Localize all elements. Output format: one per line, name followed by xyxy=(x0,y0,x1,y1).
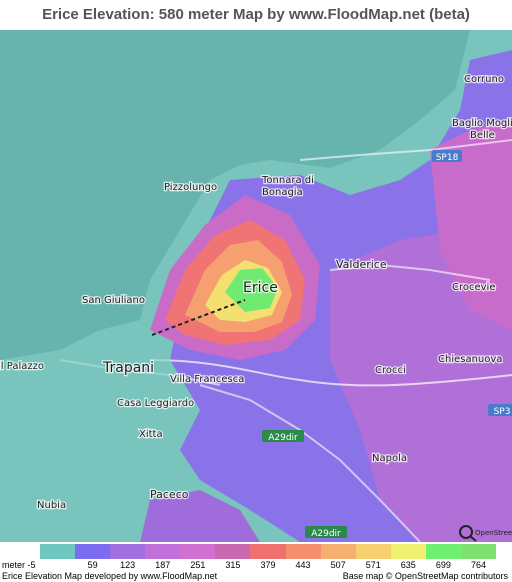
place-label-chiesanuova: Chiesanuova xyxy=(438,354,502,365)
place-label-belle: Belle xyxy=(470,130,495,141)
legend-tick-label: 59 xyxy=(87,560,98,570)
elevation-map[interactable]: Erice Valderice Trapani Paceco San Giuli… xyxy=(0,30,512,542)
legend-tick-label: 123 xyxy=(120,560,136,570)
elevation-legend: meter -5 59 123 187 251 315 379 443 507 571 635 69… xyxy=(0,542,512,570)
legend-swatch xyxy=(425,544,461,559)
legend-tick-label: 764 xyxy=(470,560,486,570)
place-label-tonnara-di: Tonnara di xyxy=(261,175,314,186)
legend-tick-label: 699 xyxy=(435,560,451,570)
legend-swatch xyxy=(180,544,216,559)
legend-swatch xyxy=(355,544,391,559)
place-label-xitta: Xitta xyxy=(139,429,163,440)
footer: Erice Elevation Map developed by www.Flo… xyxy=(0,571,512,582)
svg-text:OpenStreetMap: OpenStreetMap xyxy=(475,529,512,537)
legend-swatch xyxy=(40,544,76,559)
place-label-corruno: Corruno xyxy=(464,74,504,85)
legend-tick-label: 251 xyxy=(190,560,206,570)
legend-swatch xyxy=(250,544,286,559)
place-label-trapani: Trapani xyxy=(102,360,154,376)
svg-text:A29dir: A29dir xyxy=(311,529,341,539)
footer-credit: Erice Elevation Map developed by www.Flo… xyxy=(2,571,218,581)
svg-text:A29dir: A29dir xyxy=(268,433,298,443)
legend-swatch xyxy=(390,544,426,559)
svg-text:SP18: SP18 xyxy=(436,153,459,163)
legend-tick-label: 315 xyxy=(225,560,241,570)
legend-tick-label: 187 xyxy=(155,560,171,570)
place-label-paceco: Paceco xyxy=(150,488,189,501)
map-canvas: Erice Valderice Trapani Paceco San Giuli… xyxy=(0,30,512,542)
place-label-casa-leggiardo: Casa Leggiardo xyxy=(117,398,194,409)
legend-color-bar xyxy=(40,544,497,559)
legend-tick-label: 571 xyxy=(365,560,381,570)
legend-tick-label: 379 xyxy=(260,560,276,570)
place-label-bonagia: Bonagia xyxy=(262,187,303,198)
legend-swatch xyxy=(460,544,497,559)
place-label-pizzolungo: Pizzolungo xyxy=(164,182,217,193)
legend-swatch xyxy=(75,544,111,559)
place-label-crocci: Crocci xyxy=(375,365,406,376)
legend-swatch xyxy=(110,544,146,559)
road-shield-sp3: SP3 xyxy=(488,404,512,417)
legend-tick-label: 443 xyxy=(295,560,311,570)
legend-swatch xyxy=(320,544,356,559)
place-label-nubia: Nubia xyxy=(37,500,66,511)
page-title: Erice Elevation: 580 meter Map by www.Fl… xyxy=(42,6,470,23)
svg-text:SP3: SP3 xyxy=(494,407,511,417)
place-label-san-giuliano: San Giuliano xyxy=(82,295,145,306)
place-label-erice: Erice xyxy=(243,280,278,296)
legend-swatch xyxy=(215,544,251,559)
place-label-il-palazzo: il Palazzo xyxy=(0,361,44,372)
legend-unit-label: meter -5 xyxy=(2,560,36,570)
header: Erice Elevation: 580 meter Map by www.Fl… xyxy=(0,0,512,30)
place-label-napola: Napola xyxy=(372,453,407,464)
place-label-crocevie: Crocevie xyxy=(452,282,496,293)
legend-swatch xyxy=(285,544,321,559)
legend-tick-label: 635 xyxy=(400,560,416,570)
road-shield-a29dir: A29dir xyxy=(262,430,304,443)
place-label-valderice: Valderice xyxy=(336,258,387,271)
footer-attribution: Base map © OpenStreetMap contributors xyxy=(342,571,508,581)
road-shield-sp18: SP18 xyxy=(432,150,462,163)
place-label-baglio-moglie: Baglio Moglie xyxy=(452,118,512,129)
legend-tick-label: 507 xyxy=(330,560,346,570)
legend-swatch xyxy=(145,544,181,559)
road-shield-a29dir-south: A29dir xyxy=(305,526,347,539)
place-label-villa-francesca: Villa Francesca xyxy=(170,374,244,385)
